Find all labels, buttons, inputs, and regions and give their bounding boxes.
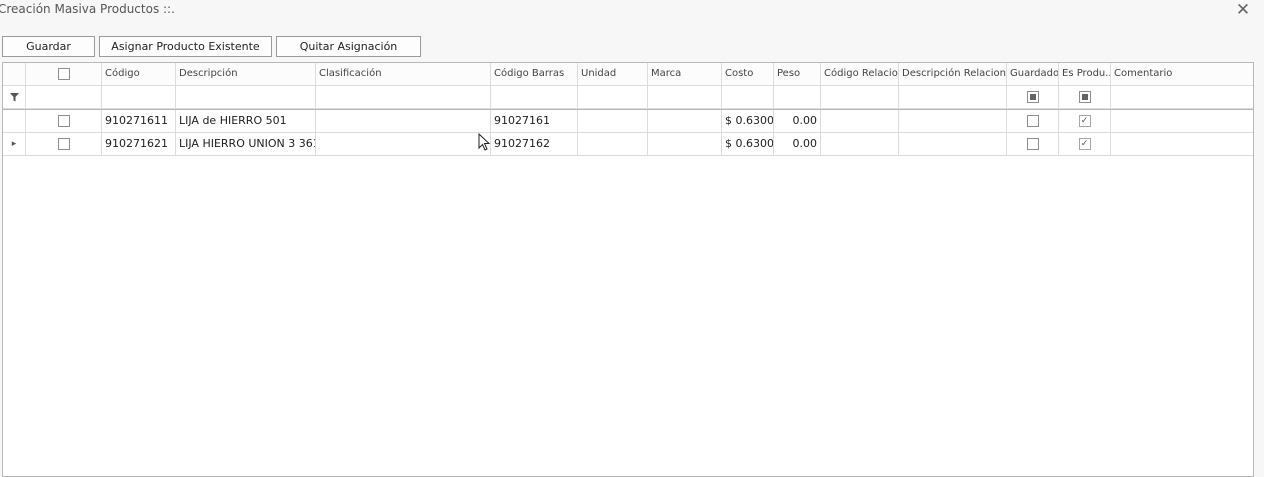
cell-guardado bbox=[1007, 133, 1059, 156]
cell-unidad[interactable] bbox=[578, 133, 648, 156]
cell-codigo-barras[interactable]: 91027162 bbox=[491, 133, 578, 156]
cell-comentario[interactable] bbox=[1111, 110, 1253, 133]
filter-comentario[interactable] bbox=[1111, 86, 1253, 109]
col-descripcion-relacionado[interactable]: Descripción Relacionado bbox=[899, 63, 1007, 86]
filter-clasificacion[interactable] bbox=[316, 86, 491, 109]
filter-row bbox=[3, 86, 1253, 110]
cell-peso[interactable]: 0.00 bbox=[774, 133, 821, 156]
current-row-indicator-icon: ▸ bbox=[3, 133, 26, 156]
col-comentario[interactable]: Comentario bbox=[1111, 63, 1253, 86]
cell-peso[interactable]: 0.00 bbox=[774, 110, 821, 133]
cell-unidad[interactable] bbox=[578, 110, 648, 133]
col-marca[interactable]: Marca bbox=[648, 63, 722, 86]
filter-peso[interactable] bbox=[774, 86, 821, 109]
filter-icon[interactable] bbox=[9, 92, 19, 102]
cell-codigo[interactable]: 910271621 bbox=[102, 133, 176, 156]
col-costo[interactable]: Costo bbox=[722, 63, 774, 86]
cell-marca[interactable] bbox=[648, 110, 722, 133]
select-all-cell bbox=[26, 63, 102, 86]
cell-guardado bbox=[1007, 110, 1059, 133]
col-guardado[interactable]: Guardado bbox=[1007, 63, 1059, 86]
cell-costo[interactable]: $ 0.6300 bbox=[722, 133, 774, 156]
col-codigo-barras[interactable]: Código Barras bbox=[491, 63, 578, 86]
cell-comentario[interactable] bbox=[1111, 133, 1253, 156]
row-select-checkbox[interactable] bbox=[57, 115, 70, 127]
col-es-producto[interactable]: Es Produ... bbox=[1059, 63, 1111, 86]
col-descripcion[interactable]: Descripción bbox=[176, 63, 316, 86]
cell-clasificacion[interactable] bbox=[316, 133, 491, 156]
cell-codigo-barras[interactable]: 91027161 bbox=[491, 110, 578, 133]
cell-marca[interactable] bbox=[648, 133, 722, 156]
filter-unidad[interactable] bbox=[578, 86, 648, 109]
col-peso[interactable]: Peso bbox=[774, 63, 821, 86]
filter-select-cell[interactable] bbox=[26, 86, 102, 109]
close-icon[interactable]: ✕ bbox=[1234, 1, 1252, 19]
asignar-producto-existente-button[interactable]: Asignar Producto Existente bbox=[99, 36, 272, 57]
col-codigo[interactable]: Código bbox=[102, 63, 176, 86]
cell-es-producto: ✓ bbox=[1059, 133, 1111, 156]
filter-icon-cell bbox=[3, 86, 26, 109]
es-producto-checkbox[interactable]: ✓ bbox=[1078, 115, 1091, 127]
guardado-checkbox[interactable] bbox=[1026, 115, 1039, 127]
cell-clasificacion[interactable] bbox=[316, 110, 491, 133]
filter-guardado-checkbox[interactable] bbox=[1026, 91, 1039, 103]
cell-codigo-relacionado[interactable] bbox=[821, 110, 899, 133]
grid-header: Código Descripción Clasificación Código … bbox=[3, 63, 1253, 86]
mouse-cursor-icon bbox=[478, 133, 490, 151]
select-all-checkbox[interactable] bbox=[57, 68, 70, 80]
products-grid: Código Descripción Clasificación Código … bbox=[2, 62, 1254, 477]
filter-codigo-barras[interactable] bbox=[491, 86, 578, 109]
filter-codigo-relacionado[interactable] bbox=[821, 86, 899, 109]
cell-descripcion-relacionado[interactable] bbox=[899, 133, 1007, 156]
col-codigo-relacionado[interactable]: Código Relacio... bbox=[821, 63, 899, 86]
filter-marca[interactable] bbox=[648, 86, 722, 109]
cell-descripcion-relacionado[interactable] bbox=[899, 110, 1007, 133]
es-producto-checkbox[interactable]: ✓ bbox=[1078, 138, 1091, 150]
col-unidad[interactable]: Unidad bbox=[578, 63, 648, 86]
guardar-button[interactable]: Guardar bbox=[2, 36, 95, 57]
table-row[interactable]: ▸ 910271621 LIJA HIERRO UNION 3 361 9102… bbox=[3, 133, 1253, 156]
cell-codigo[interactable]: 910271611 bbox=[102, 110, 176, 133]
filter-costo[interactable] bbox=[722, 86, 774, 109]
col-clasificacion[interactable]: Clasificación bbox=[316, 63, 491, 86]
cell-descripcion[interactable]: LIJA de HIERRO 501 bbox=[176, 110, 316, 133]
row-indicator-header bbox=[3, 63, 26, 86]
quitar-asignacion-button[interactable]: Quitar Asignación bbox=[276, 36, 421, 57]
filter-codigo[interactable] bbox=[102, 86, 176, 109]
filter-es-producto-cell bbox=[1059, 86, 1111, 109]
cell-costo[interactable]: $ 0.6300 bbox=[722, 110, 774, 133]
filter-es-producto-checkbox[interactable] bbox=[1078, 91, 1091, 103]
row-select-cell bbox=[26, 110, 102, 133]
cell-descripcion[interactable]: LIJA HIERRO UNION 3 361 bbox=[176, 133, 316, 156]
filter-descripcion-relacionado[interactable] bbox=[899, 86, 1007, 109]
row-indicator bbox=[3, 110, 26, 133]
table-row[interactable]: 910271611 LIJA de HIERRO 501 91027161 $ … bbox=[3, 110, 1253, 133]
filter-guardado-cell bbox=[1007, 86, 1059, 109]
cell-codigo-relacionado[interactable] bbox=[821, 133, 899, 156]
row-select-cell bbox=[26, 133, 102, 156]
cell-es-producto: ✓ bbox=[1059, 110, 1111, 133]
row-select-checkbox[interactable] bbox=[57, 138, 70, 150]
filter-descripcion[interactable] bbox=[176, 86, 316, 109]
guardado-checkbox[interactable] bbox=[1026, 138, 1039, 150]
window-title: Creación Masiva Productos ::. bbox=[0, 2, 175, 16]
